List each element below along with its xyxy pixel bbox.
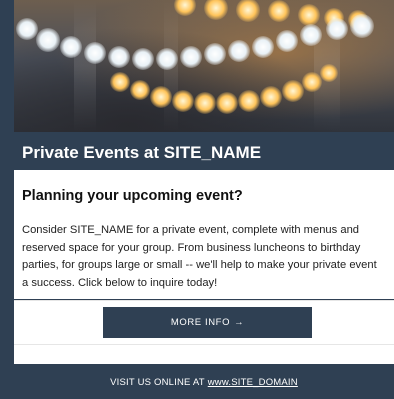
site-domain-link[interactable]: www.SITE_DOMAIN xyxy=(208,377,298,388)
content-section: Planning your upcoming event? Consider S… xyxy=(14,170,394,299)
divider xyxy=(14,300,394,301)
footer: VISIT US ONLINE AT www.SITE_DOMAIN xyxy=(14,366,394,399)
section-heading: Planning your upcoming event? xyxy=(22,188,243,204)
footer-text: VISIT US ONLINE AT xyxy=(110,377,205,388)
title-bar: Private Events at SITE_NAME xyxy=(14,137,394,169)
string-lights-photo xyxy=(14,0,394,132)
email-page: Private Events at SITE_NAME Planning you… xyxy=(0,0,394,399)
divider xyxy=(14,344,394,345)
cta-section: MORE INFO → xyxy=(14,300,394,364)
more-info-button[interactable]: MORE INFO → xyxy=(103,307,312,338)
more-info-label: MORE INFO xyxy=(170,317,231,328)
body-text: Consider SITE_NAME for a private event, … xyxy=(22,224,377,289)
arrow-right-icon: → xyxy=(234,317,245,328)
page-title: Private Events at SITE_NAME xyxy=(22,143,262,162)
